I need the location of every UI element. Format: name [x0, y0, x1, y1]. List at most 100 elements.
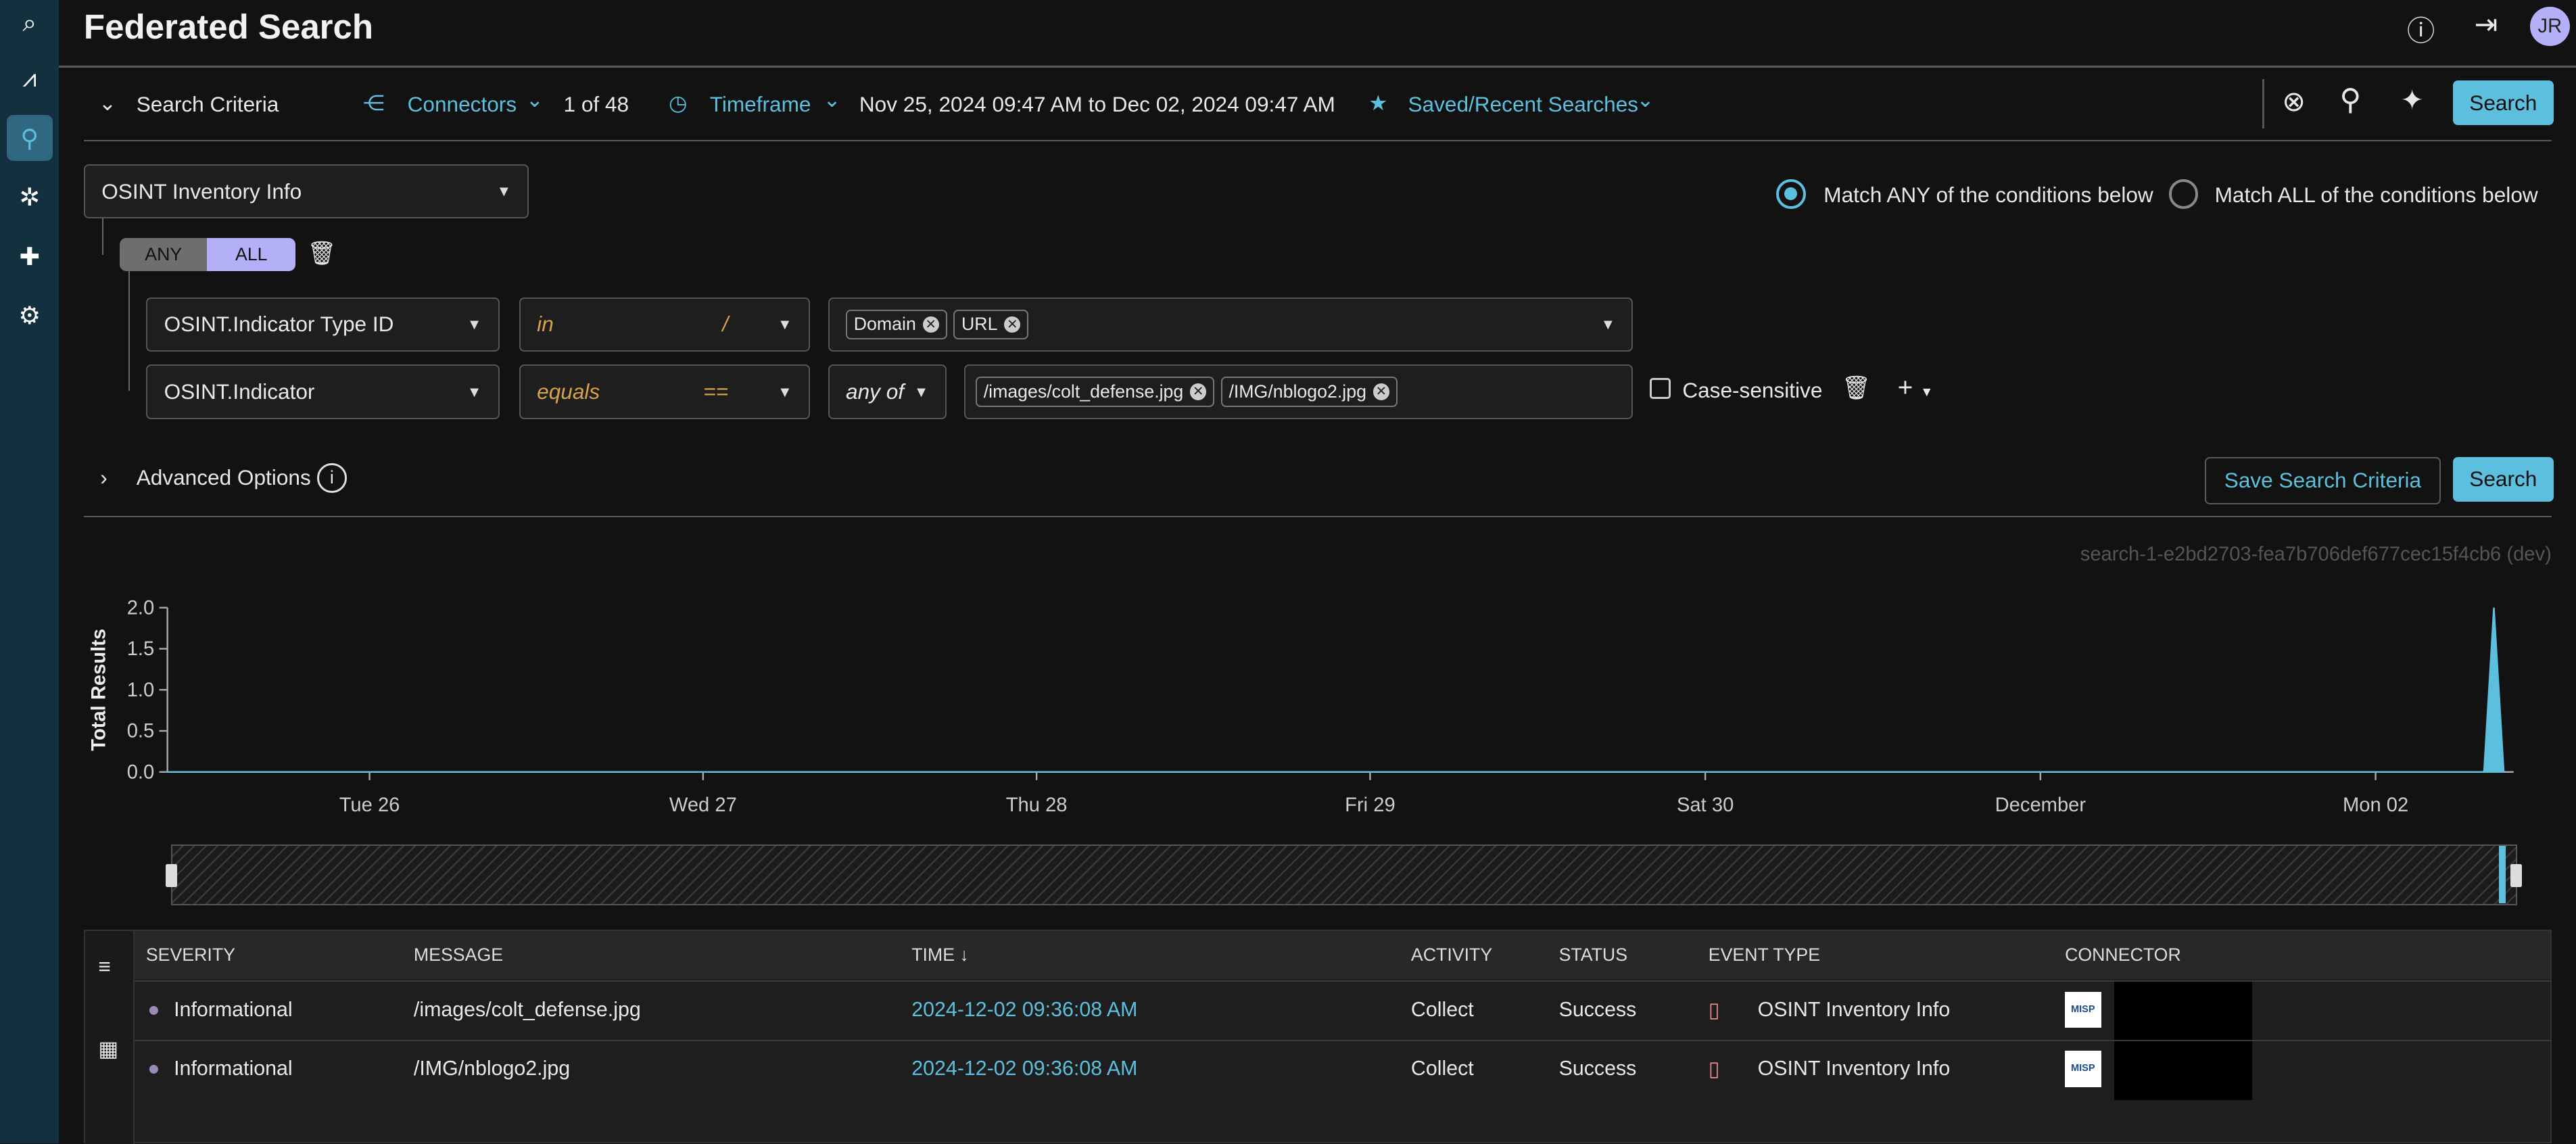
sort-down-icon[interactable]: ↓ — [959, 945, 968, 965]
sparkle-icon[interactable]: ✦ — [2400, 84, 2424, 116]
divider — [83, 139, 2552, 141]
time-brush[interactable] — [166, 844, 2523, 905]
chip-label: /IMG/nblogo2.jpg — [1229, 381, 1366, 402]
column-header-connector[interactable]: CONNECTOR — [2065, 945, 2181, 966]
event-type: OSINT Inventory Info — [1757, 1057, 1951, 1080]
results-chart: 0.0 0.5 1.0 1.5 2.0 Total Results Tue 26 Wed 27… — [89, 598, 2514, 816]
time-link[interactable]: 2024-12-02 09:36:08 AM — [911, 999, 1137, 1022]
help-icon[interactable]: ⓘ — [2407, 8, 2435, 49]
search-button[interactable]: Search — [2452, 456, 2554, 502]
chip-label: Domain — [853, 314, 916, 335]
status: Success — [1558, 1057, 1637, 1080]
column-header-activity[interactable]: ACTIVITY — [1411, 945, 1492, 966]
search-button[interactable]: Search — [2452, 80, 2554, 126]
operator-select[interactable]: in / ▼ — [519, 297, 810, 352]
any-toggle[interactable]: ANY — [120, 238, 208, 271]
chevron-down-icon[interactable]: ⌄ — [526, 87, 544, 112]
filter-icon[interactable]: ≡ — [98, 954, 110, 979]
field-select[interactable]: OSINT.Indicator ▼ — [146, 364, 500, 419]
operator-value: equals — [537, 379, 600, 404]
remove-chip-icon[interactable]: ✕ — [1004, 316, 1021, 333]
search-icon[interactable]: ⚲ — [6, 115, 53, 162]
event-type-value: OSINT Inventory Info — [101, 178, 302, 204]
event-type-select[interactable]: OSINT Inventory Info ▼ — [83, 164, 529, 219]
remove-chip-icon[interactable]: ✕ — [1373, 383, 1389, 400]
x-tick-label: Tue 26 — [339, 794, 400, 816]
field-select[interactable]: OSINT.Indicator Type ID ▼ — [146, 297, 500, 352]
column-header-message[interactable]: MESSAGE — [414, 945, 503, 966]
info-icon: ● — [147, 1057, 160, 1080]
x-tick-label: Fri 29 — [1345, 794, 1396, 816]
tree-line — [101, 218, 104, 255]
avatar[interactable]: JR — [2530, 6, 2570, 47]
gear-icon[interactable]: ⚙ — [7, 293, 53, 339]
save-search-criteria-button[interactable]: Save Search Criteria — [2205, 456, 2441, 504]
case-sensitive-checkbox[interactable] — [1649, 377, 1671, 400]
activity: Collect — [1410, 1057, 1474, 1080]
operator-symbol: == — [703, 379, 729, 404]
quantifier-value: any of — [846, 379, 905, 404]
zoom-search-icon[interactable]: ⚲ — [2339, 82, 2361, 117]
brush-handle-right[interactable] — [2510, 863, 2523, 887]
values-input[interactable]: /images/colt_defense.jpg ✕/IMG/nblogo2.jp… — [964, 364, 1633, 419]
chevron-down-icon[interactable]: ⌄ — [1636, 87, 1654, 112]
timeframe-dropdown[interactable]: Timeframe — [710, 92, 811, 117]
analytics-icon[interactable]: ⩘ — [7, 56, 53, 102]
logout-icon[interactable]: ⇥ — [2475, 8, 2498, 41]
timeframe-value[interactable]: Nov 25, 2024 09:47 AM to Dec 02, 2024 09… — [859, 92, 1335, 117]
results-table: ≡ ▦ SEVERITY MESSAGE TIME ↓ ACTIVITY STA… — [83, 930, 2552, 1144]
clear-icon[interactable]: ⊗ — [2282, 85, 2306, 118]
operator-select[interactable]: equals == ▼ — [519, 364, 810, 419]
logo-icon[interactable]: ⌕ — [7, 0, 53, 46]
severity: Informational — [174, 998, 293, 1021]
network-icon[interactable]: ✲ — [7, 174, 53, 220]
table-row[interactable]: ● Informational /IMG/nblogo2.jpg 2024-12… — [134, 1039, 2550, 1101]
expand-chevron-icon[interactable]: › — [100, 465, 108, 490]
column-header-status[interactable]: STATUS — [1559, 945, 1627, 966]
x-tick-label: Mon 02 — [2343, 794, 2408, 816]
redacted-block — [2114, 982, 2253, 1041]
search-criteria-label: Search Criteria — [136, 92, 279, 117]
columns-icon[interactable]: ▦ — [98, 1036, 118, 1062]
puzzle-icon[interactable]: ✚ — [7, 233, 53, 279]
collapse-chevron-icon[interactable]: ⌄ — [99, 91, 116, 116]
caret-down-icon: ▼ — [778, 315, 792, 333]
time-link[interactable]: 2024-12-02 09:36:08 AM — [911, 1057, 1137, 1080]
info-icon[interactable]: i — [316, 463, 347, 493]
brush-handle-left[interactable] — [166, 863, 177, 887]
redacted-block — [2114, 1041, 2253, 1101]
y-tick-label: 0.5 — [127, 721, 155, 742]
connectors-dropdown[interactable]: Connectors — [408, 92, 517, 117]
caret-down-icon: ▼ — [467, 315, 482, 333]
column-header-severity[interactable]: SEVERITY — [146, 945, 235, 966]
remove-chip-icon[interactable]: ✕ — [1190, 383, 1207, 400]
caret-down-icon: ▼ — [1600, 315, 1616, 333]
match-all-radio[interactable] — [2168, 178, 2199, 209]
status: Success — [1558, 998, 1637, 1021]
trash-icon[interactable]: 🗑 — [307, 240, 336, 267]
column-header-event-type[interactable]: EVENT TYPE — [1709, 945, 1820, 966]
add-condition-icon[interactable]: + ▼ — [1898, 373, 1934, 403]
x-tick-label: Thu 28 — [1006, 794, 1068, 816]
table-row[interactable]: ● Informational /images/colt_defense.jpg… — [134, 980, 2550, 1041]
all-toggle[interactable]: ALL — [207, 238, 296, 271]
values-input[interactable]: Domain ✕ URL ✕ ▼ — [828, 297, 1633, 352]
match-any-radio[interactable] — [1775, 178, 1806, 209]
results-area — [167, 608, 2505, 773]
chevron-down-icon[interactable]: ⌄ — [823, 87, 840, 112]
saved-searches-dropdown[interactable]: Saved/Recent Searches — [1408, 92, 1639, 117]
field-value: OSINT.Indicator Type ID — [164, 312, 394, 337]
operator-value: in — [537, 312, 554, 337]
quantifier-select[interactable]: any of ▼ — [828, 364, 947, 419]
caret-down-icon: ▼ — [467, 383, 482, 400]
case-sensitive-label: Case-sensitive — [1682, 377, 1823, 402]
event-type-icon: ▯ — [1708, 1058, 1720, 1081]
connectors-count: 1 of 48 — [563, 92, 629, 117]
column-header-time[interactable]: TIME ↓ — [911, 945, 969, 966]
message: /IMG/nblogo2.jpg — [413, 1057, 571, 1080]
remove-chip-icon[interactable]: ✕ — [922, 316, 939, 333]
value-chip: URL ✕ — [953, 309, 1029, 340]
severity: Informational — [174, 1057, 293, 1080]
advanced-options-toggle[interactable]: Advanced Options — [137, 465, 311, 490]
trash-icon[interactable]: 🗑 — [1842, 375, 1871, 402]
